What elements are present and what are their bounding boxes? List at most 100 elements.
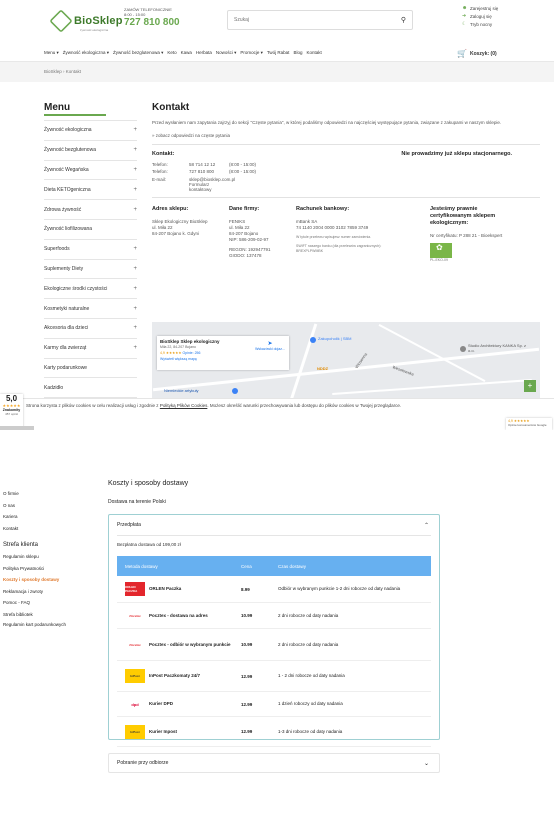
- map-zoom-button[interactable]: +: [524, 380, 536, 392]
- divider: [152, 196, 540, 198]
- menu-item-label: Żywność Wegańska: [44, 166, 89, 173]
- menu-item-label: Żywność bezglutenowa: [44, 147, 96, 154]
- cert-code: PL-EKO-09: [430, 257, 448, 262]
- nav-item[interactable]: Herbata: [196, 50, 212, 56]
- cart-link[interactable]: 🛒 Koszyk: (0): [457, 49, 497, 58]
- search-input[interactable]: [228, 11, 388, 29]
- contact-value[interactable]: Formularz kontaktowy: [189, 182, 229, 192]
- menu-item[interactable]: Dieta KETOgeniczna +: [44, 180, 137, 201]
- menu-item[interactable]: Kadzidło: [44, 378, 137, 399]
- menu-item[interactable]: Karty podarunkowe: [44, 359, 137, 379]
- expand-plus-icon[interactable]: +: [133, 246, 137, 252]
- logo-tagline: żywność ekologiczna: [80, 28, 109, 32]
- delivery-time-cell: 2 dni robocze od daty nadania: [278, 641, 339, 647]
- nav-item[interactable]: Menu ▾: [44, 50, 59, 56]
- map-pin-icon[interactable]: [310, 337, 316, 343]
- expand-plus-icon[interactable]: +: [133, 127, 137, 133]
- expand-plus-icon[interactable]: +: [133, 345, 137, 351]
- nav-item[interactable]: Blog: [293, 50, 302, 56]
- sidebar-link[interactable]: Strefa bibliotek: [3, 609, 88, 621]
- menu-item-label: Żywność liofilizowana: [44, 226, 93, 233]
- map-label: NDDZ: [317, 366, 329, 371]
- column-header: Cena: [241, 563, 252, 569]
- menu-item[interactable]: Żywność ekologiczna +: [44, 121, 137, 141]
- sidebar-link[interactable]: Kontakt: [3, 523, 88, 535]
- menu-item[interactable]: Suplementy Diety +: [44, 260, 137, 280]
- register-link[interactable]: ☻ Zarejestruj się: [462, 4, 498, 12]
- menu-item-label: Kosmetyki naturalne: [44, 305, 90, 312]
- larger-map-link[interactable]: Wyświetl większą mapę: [160, 357, 286, 361]
- nav-item[interactable]: Promocje ▾: [240, 50, 263, 56]
- menu-item[interactable]: Ekologiczne środki czystości +: [44, 279, 137, 300]
- bank-account: Rachunek bankowy: mBank SA 74 1140 2004 …: [296, 206, 430, 263]
- sidebar-link[interactable]: Regulamin kart podarunkowych: [3, 620, 88, 628]
- cod-accordion-header[interactable]: Pobranie przy odbiorze ⌄: [108, 753, 440, 773]
- night-mode-toggle[interactable]: ☾ Tryb nocny: [462, 20, 498, 28]
- sidebar-link[interactable]: O firmie: [3, 488, 88, 500]
- place-card[interactable]: BioSklep Sklep ekologiczny Miła 22, 84-2…: [157, 336, 289, 370]
- menu-item[interactable]: Superfoods +: [44, 240, 137, 260]
- menu-item[interactable]: Karmy dla zwierząt +: [44, 339, 137, 359]
- expand-plus-icon[interactable]: +: [133, 266, 137, 272]
- menu-item[interactable]: Żywność Wegańska +: [44, 161, 137, 181]
- prepaid-accordion: Przedpłata ⌃ Bezpłatna dostawa od 199,00…: [108, 514, 440, 747]
- menu-item[interactable]: Zdrowa żywność +: [44, 200, 137, 220]
- google-rating-badge[interactable]: 4,9 ★★★★★ Opinie konsumentów Google: [506, 418, 552, 430]
- contact-value[interactable]: 58 714 12 12: [189, 162, 229, 167]
- expand-plus-icon[interactable]: +: [133, 286, 137, 292]
- place-reviews-link[interactable]: Opinie: 256: [183, 351, 201, 355]
- nav-item[interactable]: Keto: [167, 50, 176, 56]
- expand-plus-icon[interactable]: +: [133, 167, 137, 173]
- company-data: Dane firmy: FENIKS ul. Miła 22 84-207 Bo…: [229, 206, 296, 263]
- expand-plus-icon[interactable]: +: [133, 306, 137, 312]
- cookie-policy-link[interactable]: Polityką Plików Cookies: [160, 403, 208, 408]
- account-links: ☻ Zarejestruj się ➜ Zaloguj się ☾ Tryb nocn…: [462, 4, 498, 28]
- breadcrumb-text[interactable]: BioSklep › Kontakt: [44, 69, 81, 74]
- sidebar-link[interactable]: Pomoc - FAQ: [3, 597, 88, 609]
- sidebar-link-active[interactable]: Koszty i sposoby dostawy: [3, 574, 88, 586]
- menu-item[interactable]: Kosmetyki naturalne +: [44, 299, 137, 319]
- delivery-time-cell: 2 dni robocze od daty nadania: [278, 612, 339, 618]
- menu-list: Żywność ekologiczna + Żywność bezglutenowa…: [44, 120, 137, 418]
- expand-plus-icon[interactable]: +: [133, 207, 137, 213]
- sidebar-link[interactable]: O nas: [3, 500, 88, 512]
- menu-item[interactable]: Żywność liofilizowana: [44, 220, 137, 240]
- nav-item[interactable]: Twój Rabat: [267, 50, 290, 56]
- menu-item-label: Zdrowa żywność: [44, 206, 82, 213]
- sidebar-link[interactable]: Regulamin sklepu: [3, 551, 88, 563]
- logo[interactable]: BioSklep żywność ekologiczna: [49, 8, 123, 34]
- faq-link[interactable]: » zobacz odpowiedzi na częste pytania: [152, 133, 540, 138]
- nav-item[interactable]: Kawa: [181, 50, 192, 56]
- rating-badge[interactable]: 5,0 ★★★★★ Znakomity 457 opinii: [0, 394, 23, 428]
- prepaid-accordion-header[interactable]: Przedpłata ⌃: [109, 515, 439, 535]
- nav-item[interactable]: Żywność bezglutenowa ▾: [113, 50, 163, 56]
- menu-item[interactable]: Akcesoria dla dzieci +: [44, 319, 137, 339]
- search-icon[interactable]: ⚲: [401, 16, 406, 24]
- sidebar-link[interactable]: Reklamacja i zwroty: [3, 586, 88, 598]
- map-label: Wesołowska: [391, 364, 415, 377]
- accordion-label: Pobranie przy odbiorze: [117, 760, 169, 766]
- sidebar-link[interactable]: Kariera: [3, 511, 88, 523]
- shipping-table: Metoda dostawy Cena Czas dostawy ORLEN P…: [117, 556, 431, 747]
- table-row: Pocztex Pocztex - dostawa na adres 10.99 2 …: [117, 603, 431, 629]
- nav-item[interactable]: Kontakt: [306, 50, 321, 56]
- map-pin-icon[interactable]: [232, 388, 238, 394]
- menu-item[interactable]: Żywność bezglutenowa +: [44, 141, 137, 161]
- expand-plus-icon[interactable]: +: [133, 187, 137, 193]
- category-menu: Menu Żywność ekologiczna + Żywność bezglut…: [44, 102, 137, 418]
- expand-plus-icon[interactable]: +: [133, 147, 137, 153]
- sidebar-link[interactable]: Polityka Prywatności: [3, 563, 88, 575]
- google-map[interactable]: BioSklep Sklep ekologiczny Miła 22, 84-2…: [152, 322, 540, 400]
- directions-link[interactable]: ➤ Wskazówki dojaz...: [255, 340, 285, 351]
- expand-plus-icon[interactable]: +: [133, 325, 137, 331]
- phone-box: ZAMÓW TELEFONICZNIE 8:00 - 15:00 727 810…: [124, 7, 180, 29]
- address-line: Sklep Ekologiczny BioSklep: [152, 218, 208, 224]
- column-header: Czas dostawy: [278, 563, 307, 569]
- login-link[interactable]: ➜ Zaloguj się: [462, 12, 498, 20]
- nav-item[interactable]: Nowości ▾: [216, 50, 237, 56]
- contact-value[interactable]: 727 810 800: [189, 169, 229, 174]
- phone-number[interactable]: 727 810 800: [124, 17, 180, 29]
- map-pin-icon[interactable]: [460, 346, 466, 352]
- page-title: Kontakt: [152, 102, 190, 113]
- nav-item[interactable]: Żywność ekologiczna ▾: [63, 50, 109, 56]
